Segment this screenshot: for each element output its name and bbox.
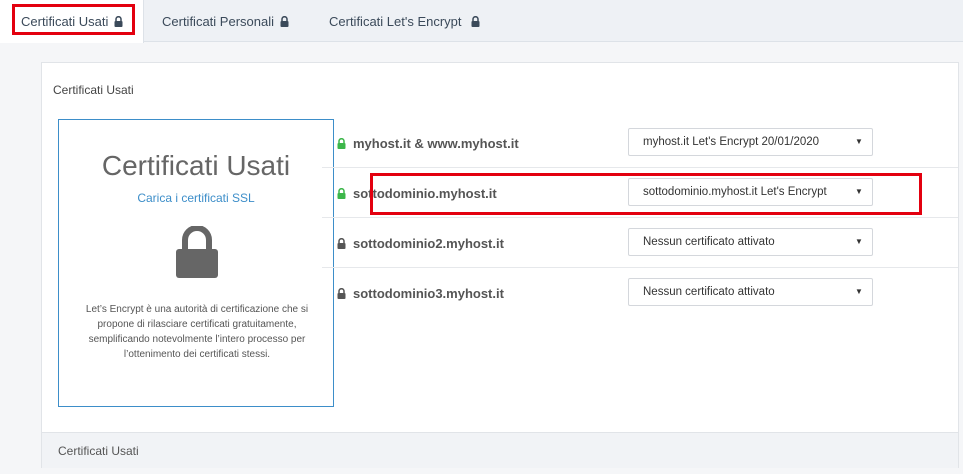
tab-label: Certificati Personali xyxy=(162,13,274,29)
info-card: Certificati Usati Carica i certificati S… xyxy=(58,119,334,407)
certificate-select[interactable]: Nessun certificato attivato ▼ xyxy=(628,228,873,256)
lock-icon xyxy=(337,287,346,299)
certificate-select[interactable]: Nessun certificato attivato ▼ xyxy=(628,278,873,306)
lock-icon xyxy=(471,15,480,27)
panel-footer: Certificati Usati xyxy=(42,432,958,468)
tab-certificati-personali[interactable]: Certificati Personali xyxy=(162,0,289,42)
card-description: Let’s Encrypt è una autorità di certific… xyxy=(85,304,309,360)
selected-certificate: myhost.it Let's Encrypt 20/01/2020 xyxy=(643,136,820,148)
lock-icon xyxy=(176,226,218,278)
caret-down-icon: ▼ xyxy=(852,179,866,205)
panel-title: Certificati Usati xyxy=(53,83,134,97)
domain-row: myhost.it & www.myhost.it myhost.it Let'… xyxy=(322,118,958,168)
lock-icon xyxy=(337,237,346,249)
lock-icon xyxy=(337,187,346,199)
caret-down-icon: ▼ xyxy=(852,279,866,305)
certificate-select[interactable]: sottodominio.myhost.it Let's Encrypt ▼ xyxy=(628,178,873,206)
domain-row: sottodominio3.myhost.it Nessun certifica… xyxy=(322,268,958,318)
tab-certificati-usati[interactable]: Certificati Usati xyxy=(0,0,144,43)
caret-down-icon: ▼ xyxy=(852,229,866,255)
domain-name: sottodominio2.myhost.it xyxy=(337,218,504,268)
domain-name: myhost.it & www.myhost.it xyxy=(337,118,519,168)
certificate-select[interactable]: myhost.it Let's Encrypt 20/01/2020 ▼ xyxy=(628,128,873,156)
upload-ssl-link[interactable]: Carica i certificati SSL xyxy=(59,191,333,205)
lock-icon xyxy=(280,15,289,27)
tab-label: Certificati Usati xyxy=(21,14,109,29)
domain-row: sottodominio.myhost.it sottodominio.myho… xyxy=(322,168,958,218)
domain-row: sottodominio2.myhost.it Nessun certifica… xyxy=(322,218,958,268)
domain-name: sottodominio.myhost.it xyxy=(337,168,497,218)
tab-label: Certificati Let's Encrypt xyxy=(329,13,462,29)
domain-label: myhost.it & www.myhost.it xyxy=(353,135,519,151)
selected-certificate: Nessun certificato attivato xyxy=(643,236,775,248)
selected-certificate: sottodominio.myhost.it Let's Encrypt xyxy=(643,186,827,198)
card-title: Certificati Usati xyxy=(101,150,291,181)
lock-icon xyxy=(114,16,123,27)
tab-certificati-lets-encrypt[interactable]: Certificati Let's Encrypt xyxy=(329,0,480,42)
lock-icon xyxy=(337,137,346,149)
domain-label: sottodominio.myhost.it xyxy=(353,185,497,201)
selected-certificate: Nessun certificato attivato xyxy=(643,286,775,298)
caret-down-icon: ▼ xyxy=(852,129,866,155)
tab-bar: Certificati Usati Certificati Personali … xyxy=(0,0,963,43)
domain-label: sottodominio3.myhost.it xyxy=(353,285,504,301)
domain-label: sottodominio2.myhost.it xyxy=(353,235,504,251)
domain-name: sottodominio3.myhost.it xyxy=(337,268,504,318)
